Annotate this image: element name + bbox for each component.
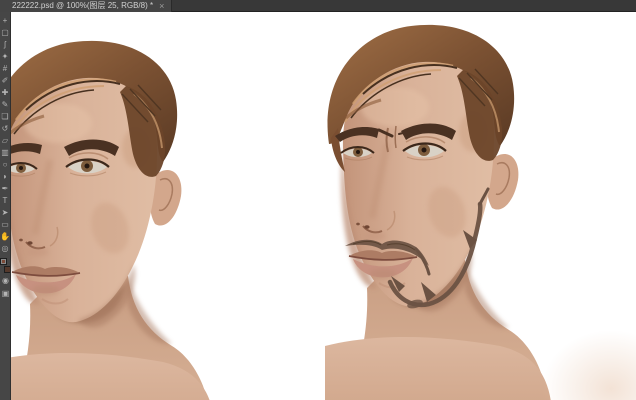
shape-tool-icon[interactable]: ▭: [0, 219, 10, 231]
path-selection-tool-icon[interactable]: ➤: [0, 207, 10, 219]
crop-tool-icon[interactable]: #: [0, 63, 10, 75]
dodge-tool-icon[interactable]: ◗: [0, 171, 10, 183]
gradient-tool-icon[interactable]: ▥: [0, 147, 10, 159]
document-canvas[interactable]: [11, 12, 636, 400]
clone-stamp-tool-icon[interactable]: ❏: [0, 111, 10, 123]
photoshop-window: + ▢ ʃ ✦ # ✐ ✚ ✎ ❏ ↺ ▱ ▥ ○ ◗ ✒ T ➤ ▭ ✋ ◎ ◉ ▣ 222222.psd @ 10…: [0, 0, 636, 400]
document-tab-bar: 222222.psd @ 100%(图层 25, RGB/8) * ×: [0, 0, 636, 12]
tools-panel: + ▢ ʃ ✦ # ✐ ✚ ✎ ❏ ↺ ▱ ▥ ○ ◗ ✒ T ➤ ▭ ✋ ◎ ◉ ▣: [0, 12, 11, 400]
tab-close-icon[interactable]: ×: [159, 1, 164, 11]
foreground-color-swatch[interactable]: [0, 258, 7, 265]
move-tool-icon[interactable]: +: [0, 15, 10, 27]
color-swatches: [0, 257, 10, 274]
portrait-left: [11, 28, 218, 400]
history-brush-tool-icon[interactable]: ↺: [0, 123, 10, 135]
brush-tool-icon[interactable]: ✎: [0, 99, 10, 111]
eraser-tool-icon[interactable]: ▱: [0, 135, 10, 147]
marquee-tool-icon[interactable]: ▢: [0, 27, 10, 39]
blur-tool-icon[interactable]: ○: [0, 159, 10, 171]
background-color-swatch[interactable]: [4, 266, 10, 273]
eyedropper-tool-icon[interactable]: ✐: [0, 75, 10, 87]
healing-brush-tool-icon[interactable]: ✚: [0, 87, 10, 99]
magic-wand-tool-icon[interactable]: ✦: [0, 51, 10, 63]
type-tool-icon[interactable]: T: [0, 195, 10, 207]
document-tab-title: 222222.psd @ 100%(图层 25, RGB/8) *: [12, 1, 154, 10]
quick-mask-icon[interactable]: ◉: [0, 274, 10, 287]
document-tab[interactable]: 222222.psd @ 100%(图层 25, RGB/8) * ×: [0, 0, 173, 12]
hand-tool-icon[interactable]: ✋: [0, 231, 10, 243]
zoom-tool-icon[interactable]: ◎: [0, 243, 10, 255]
pen-tool-icon[interactable]: ✒: [0, 183, 10, 195]
tool-column: + ▢ ʃ ✦ # ✐ ✚ ✎ ❏ ↺ ▱ ▥ ○ ◗ ✒ T ➤ ▭ ✋ ◎: [0, 12, 10, 255]
portrait-right: [295, 12, 555, 400]
lasso-tool-icon[interactable]: ʃ: [0, 39, 10, 51]
paint-smudge: [536, 325, 636, 400]
screen-mode-icon[interactable]: ▣: [0, 287, 10, 300]
